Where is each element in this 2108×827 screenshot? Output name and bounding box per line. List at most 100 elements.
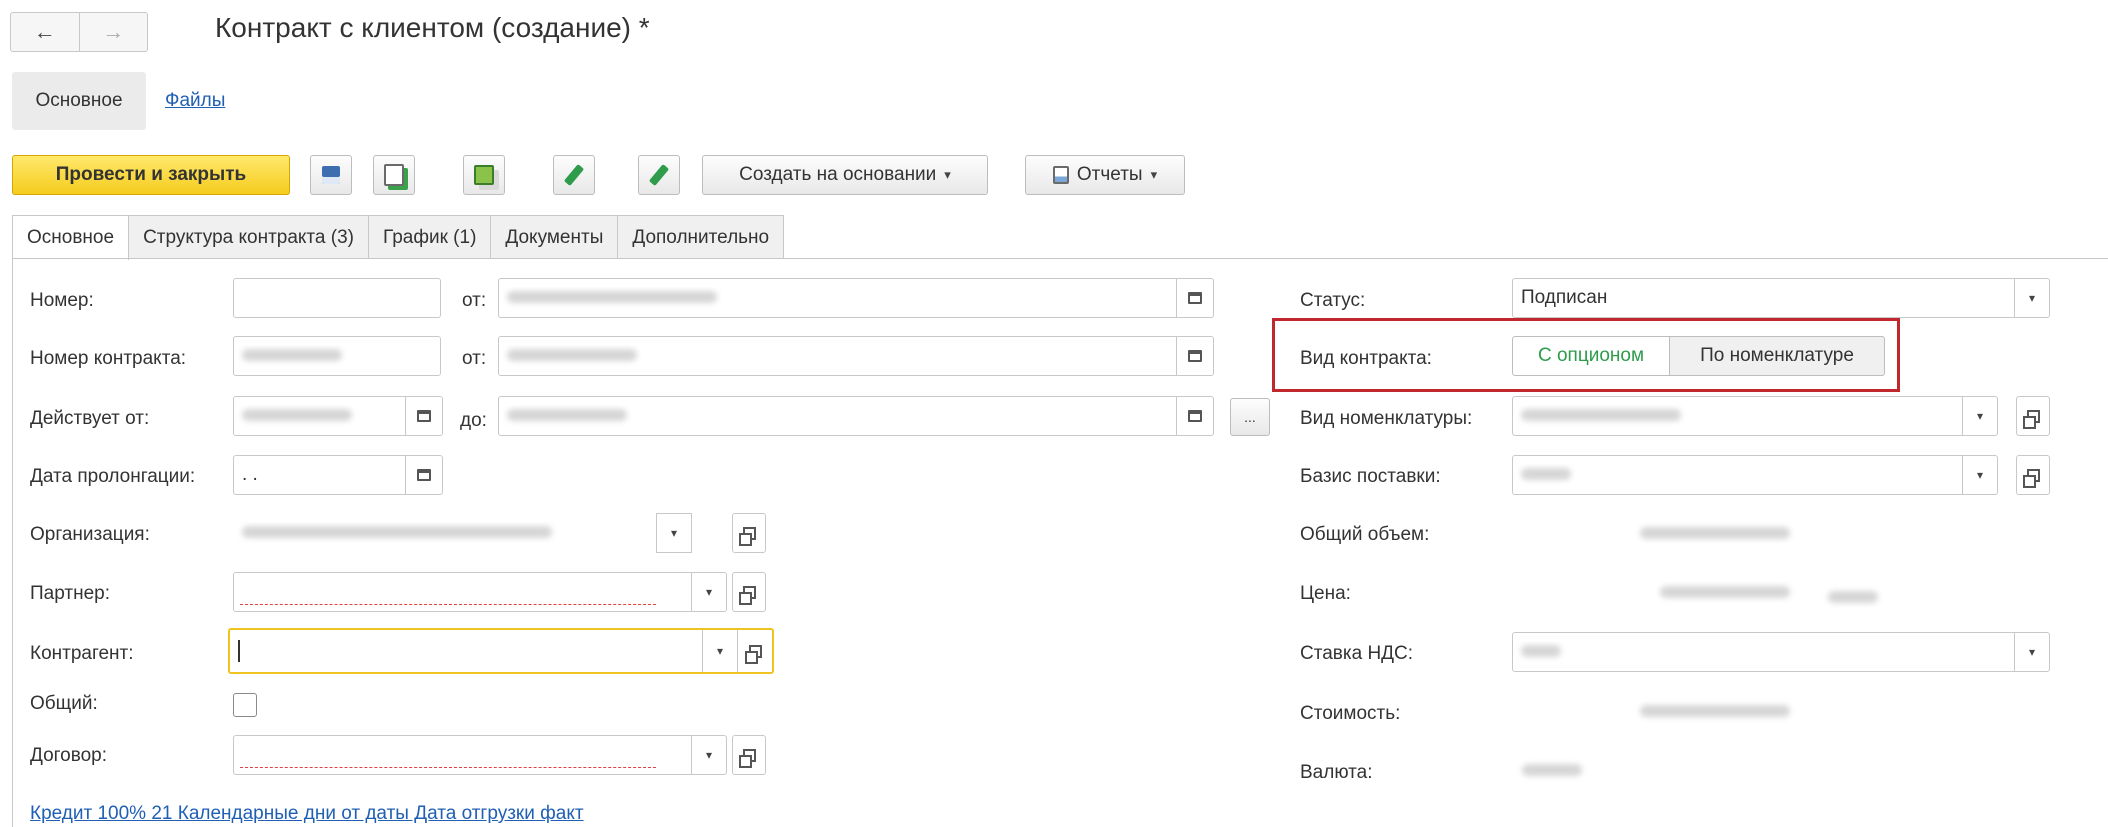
- common-checkbox[interactable]: [233, 693, 257, 717]
- more-button[interactable]: ...: [1230, 398, 1270, 436]
- counterparty-label: Контрагент:: [30, 643, 134, 664]
- calendar-button[interactable]: [405, 397, 442, 435]
- status-label: Статус:: [1300, 290, 1366, 311]
- valid-to-field[interactable]: [498, 396, 1214, 436]
- calendar-button[interactable]: [405, 456, 442, 494]
- calendar-button[interactable]: [1176, 279, 1213, 317]
- vat-rate-label: Ставка НДС:: [1300, 643, 1414, 664]
- number-date-field[interactable]: [498, 278, 1214, 318]
- extension-date-value: . .: [242, 464, 258, 485]
- open-icon: [2022, 468, 2040, 488]
- open-icon: [738, 748, 756, 768]
- price-label: Цена:: [1300, 583, 1351, 604]
- counterparty-field[interactable]: ▾: [228, 628, 774, 674]
- currency-field[interactable]: [1512, 750, 1772, 790]
- extension-date-field[interactable]: . .: [233, 455, 443, 495]
- calendar-icon: [417, 469, 431, 481]
- valid-from-field[interactable]: [233, 396, 443, 436]
- copy-button[interactable]: [463, 155, 505, 195]
- chevron-down-icon[interactable]: ▾: [691, 736, 726, 774]
- chevron-down-icon[interactable]: ▾: [1962, 456, 1997, 494]
- sign-icon: [563, 164, 585, 186]
- valid-from-label: Действует от:: [30, 408, 150, 429]
- total-volume-label: Общий объем:: [1300, 524, 1430, 545]
- calendar-icon: [1188, 410, 1202, 422]
- partner-open-button[interactable]: [732, 572, 766, 612]
- chevron-down-icon[interactable]: ▾: [2014, 279, 2049, 317]
- agreement-open-button[interactable]: [732, 735, 766, 775]
- open-icon: [738, 585, 756, 605]
- create-based-on-button[interactable]: Создать на основании ▾: [702, 155, 988, 195]
- organization-field[interactable]: ▾: [233, 513, 693, 553]
- save-button[interactable]: [310, 155, 352, 195]
- nomenclature-type-field[interactable]: ▾: [1512, 396, 1998, 436]
- organization-open-button[interactable]: [732, 513, 766, 553]
- nomenclature-type-open-button[interactable]: [2016, 396, 2050, 436]
- status-value: Подписан: [1521, 287, 1608, 308]
- counterparty-open-button[interactable]: [737, 630, 772, 672]
- open-icon: [738, 526, 756, 546]
- chevron-down-icon[interactable]: ▾: [656, 513, 692, 553]
- chevron-down-icon: ▾: [944, 167, 951, 182]
- calendar-icon: [417, 410, 431, 422]
- create-based-on-label: Создать на основании: [739, 164, 937, 185]
- tab-main[interactable]: Основное: [12, 215, 130, 260]
- nomenclature-type-label: Вид номенклатуры:: [1300, 408, 1473, 429]
- tab-additional[interactable]: Дополнительно: [617, 215, 785, 259]
- price-currency: [1828, 587, 1878, 609]
- delivery-basis-open-button[interactable]: [2016, 455, 2050, 495]
- number-date-from-label: от:: [462, 290, 487, 311]
- chevron-down-icon[interactable]: ▾: [691, 573, 726, 611]
- status-select[interactable]: Подписан ▾: [1512, 278, 2050, 318]
- tab-documents[interactable]: Документы: [490, 215, 619, 259]
- sign-check-button[interactable]: [638, 155, 680, 195]
- total-volume-field[interactable]: [1512, 513, 1810, 553]
- forward-button[interactable]: →: [78, 13, 148, 51]
- history-nav: ← →: [10, 12, 148, 52]
- save-icon: [322, 166, 340, 184]
- post-and-close-button[interactable]: Провести и закрыть: [12, 155, 290, 195]
- currency-label: Валюта:: [1300, 762, 1373, 783]
- contract-type-option-by-nomenclature[interactable]: По номенклатуре: [1670, 336, 1885, 376]
- reports-button[interactable]: Отчеты ▾: [1025, 155, 1185, 195]
- agreement-label: Договор:: [30, 745, 108, 766]
- agreement-field[interactable]: ▾: [233, 735, 727, 775]
- sign-button[interactable]: [553, 155, 595, 195]
- calendar-icon: [1188, 292, 1202, 304]
- payment-terms-link[interactable]: Кредит 100% 21 Календарные дни от даты Д…: [30, 803, 584, 825]
- delivery-basis-field[interactable]: ▾: [1512, 455, 1998, 495]
- back-button[interactable]: ←: [11, 13, 79, 51]
- chevron-down-icon[interactable]: ▾: [2014, 633, 2049, 671]
- post-button[interactable]: [373, 155, 415, 195]
- arrow-right-icon: →: [102, 19, 125, 44]
- tab-schedule[interactable]: График (1): [367, 215, 492, 259]
- copy-icon: [474, 165, 494, 185]
- extension-date-label: Дата пролонгации:: [30, 466, 196, 487]
- common-label: Общий:: [30, 693, 98, 714]
- reports-label: Отчеты: [1076, 164, 1143, 185]
- chevron-down-icon[interactable]: ▾: [1962, 397, 1997, 435]
- chevron-down-icon[interactable]: ▾: [702, 630, 737, 672]
- open-icon: [2022, 409, 2040, 429]
- valid-to-label: до:: [460, 410, 487, 431]
- partner-field[interactable]: ▾: [233, 572, 727, 612]
- arrow-left-icon: ←: [33, 19, 56, 44]
- subtab-files-link[interactable]: Файлы: [165, 90, 225, 112]
- contract-number-field[interactable]: [233, 336, 441, 376]
- calendar-button[interactable]: [1176, 337, 1213, 375]
- cost-field[interactable]: [1512, 691, 1810, 731]
- calendar-button[interactable]: [1176, 397, 1213, 435]
- contract-type-label: Вид контракта:: [1300, 348, 1432, 369]
- calendar-icon: [1188, 350, 1202, 362]
- delivery-basis-label: Базис поставки:: [1300, 466, 1441, 487]
- price-field[interactable]: [1512, 572, 1810, 612]
- contract-date-field[interactable]: [498, 336, 1214, 376]
- tab-contract-structure[interactable]: Структура контракта (3): [128, 215, 369, 259]
- open-icon: [744, 644, 762, 664]
- partner-label: Партнер:: [30, 583, 110, 604]
- number-field[interactable]: [233, 278, 441, 318]
- subtab-main[interactable]: Основное: [12, 72, 146, 130]
- vat-rate-select[interactable]: ▾: [1512, 632, 2050, 672]
- number-label: Номер:: [30, 290, 94, 311]
- contract-type-option-with-option[interactable]: С опционом: [1512, 336, 1670, 376]
